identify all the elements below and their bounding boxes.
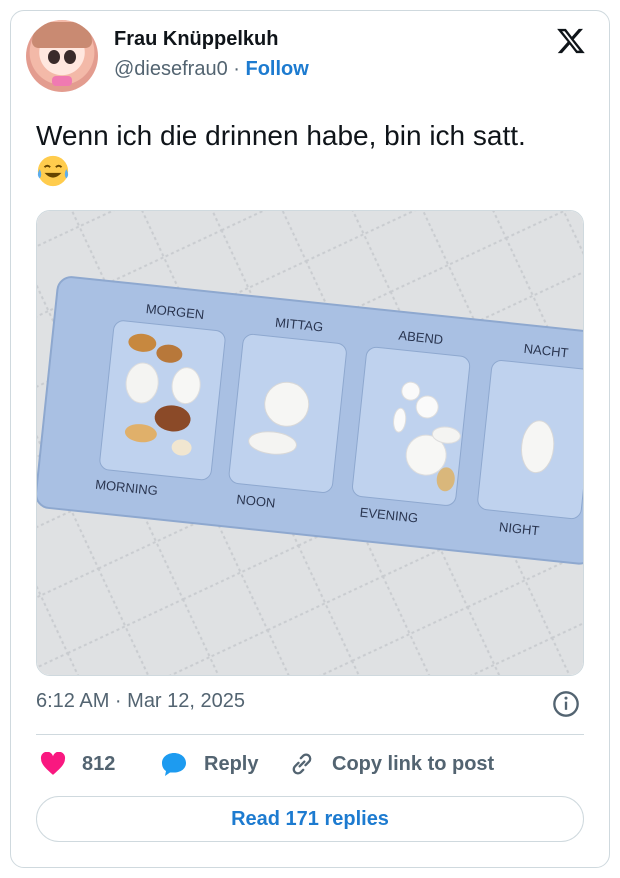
heart-icon [40,752,66,775]
pill-organizer-photo: MORGEN MITTAG ABEND NACHT MORNING NOON E… [37,211,583,675]
like-count: 812 [82,752,116,775]
tweet-actions: 812 Reply Copy link to post [36,748,584,780]
divider [36,734,584,735]
face-with-tears-of-joy-icon [37,155,69,187]
author-handle[interactable]: @diesefrau0 [114,58,228,80]
read-replies-button[interactable]: Read 171 replies [36,796,584,842]
handle-row: @diesefrau0 · Follow [114,58,309,81]
tweet-timestamp[interactable]: 6:12 AM · Mar 12, 2025 [36,690,245,713]
tweet-header: Frau Knüppelkuh @diesefrau0 · Follow [26,20,586,92]
like-button[interactable]: 812 [40,748,115,780]
info-icon[interactable] [552,690,580,718]
tweet-text: Wenn ich die drinnen habe, bin ich satt. [36,120,526,151]
reply-label: Reply [204,752,259,775]
copy-link-button[interactable]: Copy link to post [288,748,494,780]
x-logo-icon[interactable] [556,26,586,56]
author-name[interactable]: Frau Knüppelkuh [114,28,278,51]
follow-button[interactable]: Follow [246,58,309,80]
reply-button[interactable]: Reply [160,748,258,780]
tweet-media-image[interactable]: MORGEN MITTAG ABEND NACHT MORNING NOON E… [36,210,584,676]
link-icon [292,753,312,775]
avatar[interactable] [26,20,98,92]
reply-bubble-icon [162,753,186,776]
copy-link-label: Copy link to post [332,752,495,775]
separator: · [233,58,240,80]
